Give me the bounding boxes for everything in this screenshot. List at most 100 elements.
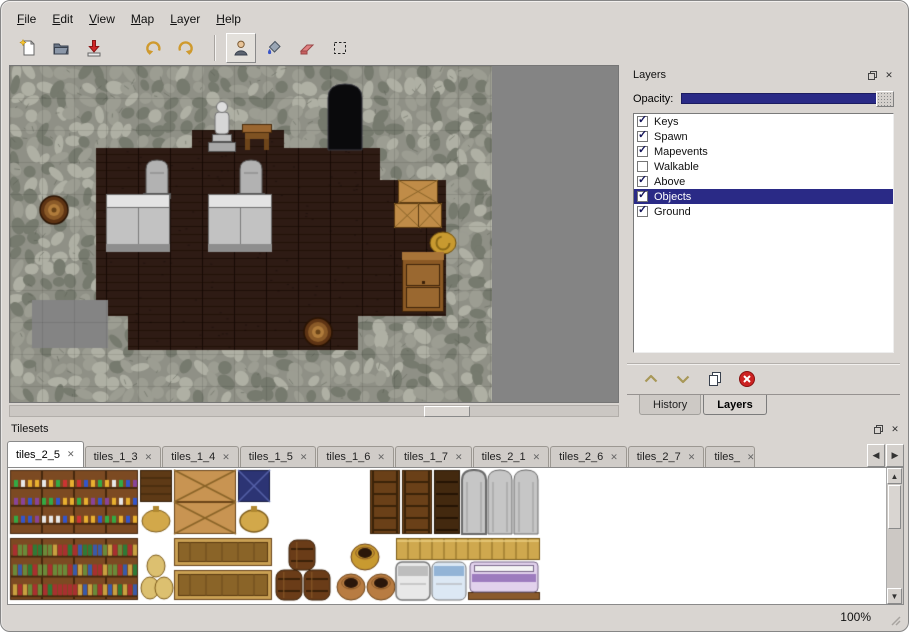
eraser-tool-icon [297,38,317,58]
resize-grip[interactable] [888,613,901,626]
layer-label: Mapevents [654,146,708,158]
lower-layer-button[interactable] [671,368,695,390]
tileset-tab[interactable]: tiles_1_4 ✕ [162,446,239,467]
tilesets-dock-title: Tilesets [11,423,49,435]
eraser-tool-button[interactable] [292,33,322,63]
tileset-tab[interactable]: tiles_1_5 ✕ [240,446,317,467]
tileset-tab[interactable]: tiles_ ✕ [705,446,755,467]
stamp-tool-button[interactable] [226,33,256,63]
tileset-tab[interactable]: tiles_1_7 ✕ [395,446,472,467]
layer-row[interactable]: ✓ Mapevents [634,144,893,159]
menu-edit[interactable]: Edit [44,10,81,28]
close-dock-button[interactable]: ✕ [888,423,902,436]
fill-tool-button[interactable] [259,33,289,63]
layers-dock-titlebar: Layers ✕ [627,67,900,83]
tilesets-dock: Tilesets ✕ tiles_2_5✕ tiles_1_3✕ tiles_1… [5,421,906,607]
float-dock-button[interactable] [871,423,885,436]
tab-close-icon[interactable]: ✕ [67,450,75,459]
tab-history[interactable]: History [639,395,701,415]
layer-row[interactable]: ✓ Objects [634,189,893,204]
redo-icon [176,38,196,58]
layer-visibility-checkbox[interactable]: ✓ [637,176,648,187]
tileset-tab-label: tiles_2_6 [559,451,603,463]
scrollbar-thumb[interactable] [424,406,470,417]
layer-visibility-checkbox[interactable]: ✓ [637,206,648,217]
open-folder-icon [51,38,71,58]
tab-close-icon[interactable]: ✕ [145,453,153,462]
layer-row[interactable]: ✓ Above [634,174,893,189]
menu-map[interactable]: Map [123,10,162,28]
opacity-slider[interactable] [681,93,894,104]
toolbar-separator [214,35,216,61]
tileset-tab[interactable]: tiles_1_3✕ [85,446,162,467]
tileset-canvas[interactable] [9,469,887,603]
float-dock-button[interactable] [865,69,879,82]
layer-row[interactable]: ✓ Spawn [634,129,893,144]
tab-close-icon[interactable]: ✕ [300,453,308,462]
new-file-button[interactable] [13,33,43,63]
layer-buttons-row [627,363,900,394]
duplicate-layer-button[interactable] [703,368,727,390]
app-window: File Edit View Map Layer Help [0,0,909,632]
menu-view[interactable]: View [81,10,123,28]
raise-layer-button[interactable] [639,368,663,390]
tileset-tab[interactable]: tiles_2_6 ✕ [550,446,627,467]
tileset-tab[interactable]: tiles_2_5✕ [7,441,84,467]
opacity-label: Opacity: [633,93,673,105]
tileset-tab-label: tiles_ [714,451,740,463]
tileset-tab[interactable]: tiles_1_6 ✕ [317,446,394,467]
map-horizontal-scrollbar[interactable] [9,405,619,417]
tab-layers[interactable]: Layers [703,395,766,415]
duplicate-layer-icon [705,369,725,389]
layer-row[interactable]: ✓ Keys [634,114,893,129]
layer-row[interactable]: ✓ Ground [634,204,893,219]
layer-row[interactable]: ✓ Walkable [634,159,893,174]
tab-close-icon[interactable]: ✕ [222,453,230,462]
tileset-tab-label: tiles_1_7 [404,451,448,463]
select-tool-button[interactable] [325,33,355,63]
layer-visibility-checkbox[interactable]: ✓ [637,146,648,157]
scroll-down-button[interactable]: ▼ [887,588,902,604]
tileset-tab-label: tiles_1_6 [326,451,370,463]
tab-close-icon[interactable]: ✕ [747,453,755,462]
layer-visibility-checkbox[interactable]: ✓ [637,116,648,127]
float-window-icon [873,424,884,435]
layer-visibility-checkbox[interactable]: ✓ [637,131,648,142]
scrollbar-thumb[interactable] [888,485,901,529]
delete-layer-button[interactable] [735,368,759,390]
checkmark-icon: ✓ [638,143,647,156]
scroll-tabs-right-button[interactable]: ▶ [886,444,904,467]
tileset-tab[interactable]: tiles_2_7✕ [628,446,705,467]
undo-button[interactable] [138,33,168,63]
layer-visibility-checkbox[interactable]: ✓ [637,161,648,172]
redo-button[interactable] [171,33,201,63]
menu-help[interactable]: Help [208,10,249,28]
tileset-tab-label: tiles_1_5 [249,451,293,463]
scroll-up-button[interactable]: ▲ [887,468,902,484]
menu-file[interactable]: File [9,10,44,28]
layer-label: Above [654,176,685,188]
menu-layer[interactable]: Layer [162,10,208,28]
opacity-slider-handle[interactable] [876,91,894,107]
status-bar: 100% [1,607,908,631]
tileset-view: ▲ ▼ [7,467,904,605]
tileset-tab-label: tiles_1_4 [171,451,215,463]
tab-close-icon[interactable]: ✕ [533,453,541,462]
map-canvas[interactable] [10,66,492,402]
tab-close-icon[interactable]: ✕ [688,453,696,462]
close-dock-button[interactable]: ✕ [882,69,896,82]
tileset-vertical-scrollbar[interactable]: ▲ ▼ [886,468,903,604]
float-window-icon [867,70,878,81]
tab-close-icon[interactable]: ✕ [455,453,463,462]
select-tool-icon [330,38,350,58]
fill-tool-icon [264,38,284,58]
scroll-tabs-left-button[interactable]: ◀ [867,444,885,467]
open-folder-button[interactable] [46,33,76,63]
tileset-tab[interactable]: tiles_2_1✕ [473,446,550,467]
save-button[interactable] [79,33,109,63]
layer-visibility-checkbox[interactable]: ✓ [637,191,648,202]
menu-bar: File Edit View Map Layer Help [9,9,249,29]
new-file-icon [18,38,38,58]
tab-close-icon[interactable]: ✕ [610,453,618,462]
tab-close-icon[interactable]: ✕ [377,453,385,462]
